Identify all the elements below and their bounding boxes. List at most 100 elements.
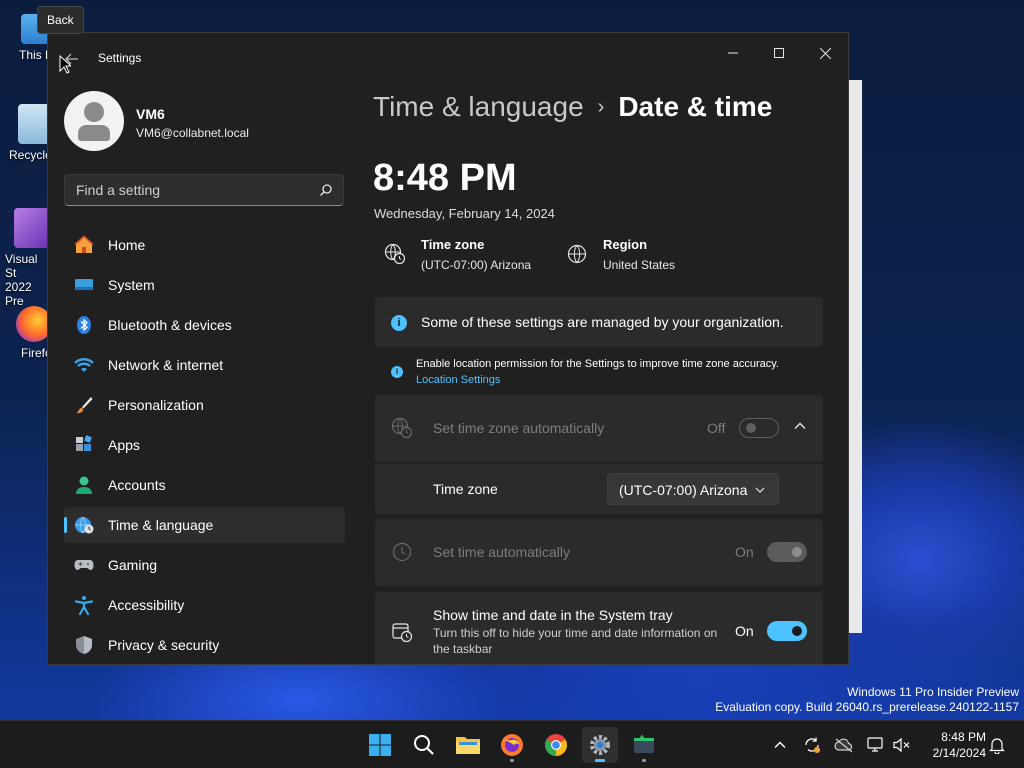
region-title: Region	[603, 237, 648, 252]
managed-notice-text: Some of these settings are managed by yo…	[421, 314, 784, 330]
sidebar-item-gaming[interactable]: Gaming	[64, 547, 345, 583]
show-time-in-tray-description: Turn this off to hide your time and date…	[433, 626, 718, 656]
system-icon	[75, 279, 93, 290]
search-input[interactable]	[65, 175, 343, 205]
sidebar-nav: Home System Bluetooth & devices Network …	[64, 227, 345, 664]
window-title: Settings	[98, 51, 142, 65]
taskbar-firefox[interactable]	[494, 727, 530, 763]
terminal-icon	[634, 734, 654, 753]
taskbar-terminal[interactable]	[626, 727, 662, 763]
taskbar-search-button[interactable]	[406, 727, 442, 763]
show-time-in-tray-label: Show time and date in the System tray	[433, 607, 673, 623]
managed-notice: i Some of these settings are managed by …	[375, 297, 823, 347]
time-zone-value: (UTC-07:00) Arizona	[421, 258, 532, 272]
desktop-icon-label: Visual St 2022 Pre	[5, 252, 38, 308]
chrome-icon	[545, 734, 567, 756]
set-time-zone-auto-label: Set time zone automatically	[433, 420, 605, 436]
taskbar-chrome[interactable]	[538, 727, 574, 763]
profile-email: VM6@collabnet.local	[136, 126, 249, 140]
taskbar-settings[interactable]	[582, 727, 618, 763]
shield-icon	[76, 636, 92, 654]
show-hidden-icons-button[interactable]	[770, 735, 790, 755]
watermark-line-2: Evaluation copy. Build 26040.rs_prerelea…	[715, 700, 1019, 714]
location-notice: i Enable location permission for the Set…	[391, 356, 831, 390]
show-time-in-tray-state: On	[735, 623, 754, 639]
maximize-button[interactable]	[756, 39, 802, 67]
minimize-button[interactable]	[710, 39, 756, 67]
set-time-zone-auto-row[interactable]: Set time zone automatically Off	[375, 395, 823, 462]
sidebar-item-label: Time & language	[108, 517, 214, 533]
calendar-clock-icon	[392, 623, 413, 643]
sidebar-item-label: Home	[108, 237, 146, 253]
taskbar-clock[interactable]: 8:48 PM 2/14/2024	[918, 729, 986, 761]
close-button[interactable]	[802, 39, 848, 67]
bell-icon	[989, 738, 1005, 754]
accounts-icon	[76, 476, 92, 494]
sidebar-item-bluetooth[interactable]: Bluetooth & devices	[64, 307, 345, 343]
taskbar-file-explorer[interactable]	[450, 727, 486, 763]
start-button[interactable]	[362, 727, 398, 763]
windows-watermark: Windows 11 Pro Insider Preview Evaluatio…	[715, 685, 1019, 715]
sidebar-item-label: Privacy & security	[108, 637, 220, 653]
chevron-up-icon	[774, 741, 786, 748]
taskbar-date: 2/14/2024	[932, 746, 986, 760]
accessibility-icon	[74, 596, 94, 615]
bluetooth-icon	[77, 316, 91, 334]
chevron-up-icon[interactable]	[793, 419, 807, 433]
sidebar-item-label: Accounts	[108, 477, 166, 493]
info-icon: i	[391, 315, 407, 331]
back-tooltip: Back	[37, 6, 84, 34]
tray-volume[interactable]	[892, 735, 912, 755]
globe-icon	[567, 244, 587, 264]
time-zone-row: Time zone (UTC-07:00) Arizona	[375, 464, 823, 514]
sidebar-item-label: Network & internet	[108, 357, 224, 373]
title-bar[interactable]: Settings	[48, 33, 848, 81]
profile-name: VM6	[136, 106, 165, 122]
visual-studio-icon	[14, 208, 50, 248]
avatar	[64, 91, 124, 151]
show-time-in-tray-toggle[interactable]	[767, 621, 807, 641]
sidebar-item-network[interactable]: Network & internet	[64, 347, 345, 383]
search-box[interactable]	[64, 174, 344, 206]
sidebar-item-apps[interactable]: Apps	[64, 427, 345, 463]
breadcrumb: Time & language › Date & time	[373, 91, 772, 123]
globe-clock-icon	[391, 417, 413, 439]
taskbar: 8:48 PM 2/14/2024	[0, 720, 1024, 768]
sync-icon	[805, 737, 820, 753]
maximize-icon	[774, 48, 784, 58]
globe-clock-icon	[75, 516, 94, 534]
sidebar-item-label: Bluetooth & devices	[108, 317, 232, 333]
sidebar-item-accounts[interactable]: Accounts	[64, 467, 345, 503]
set-time-zone-auto-toggle[interactable]	[739, 418, 779, 438]
sidebar-item-label: Gaming	[108, 557, 158, 573]
set-time-auto-toggle[interactable]	[767, 542, 807, 562]
time-zone-dropdown[interactable]: (UTC-07:00) Arizona	[607, 473, 779, 505]
time-zone-title: Time zone	[421, 237, 485, 252]
apps-icon	[76, 435, 92, 451]
location-settings-link[interactable]: Location Settings	[416, 374, 500, 386]
sidebar-item-system[interactable]: System	[64, 267, 345, 303]
tray-network[interactable]	[866, 735, 886, 755]
speaker-muted-icon	[893, 737, 910, 753]
search-icon[interactable]	[319, 183, 333, 197]
taskbar-time: 8:48 PM	[941, 730, 986, 744]
tray-onedrive[interactable]	[834, 735, 854, 755]
sidebar-item-home[interactable]: Home	[64, 227, 345, 263]
page-title: Date & time	[618, 91, 773, 122]
sidebar-item-privacy[interactable]: Privacy & security	[64, 627, 345, 663]
sidebar-item-time-language[interactable]: Time & language	[64, 507, 345, 543]
notifications-button[interactable]	[987, 735, 1007, 755]
brush-icon	[76, 397, 93, 414]
info-icon: i	[391, 366, 403, 378]
sidebar-item-personalization[interactable]: Personalization	[64, 387, 345, 423]
set-time-auto-row[interactable]: Set time automatically On	[375, 519, 823, 586]
sidebar-item-accessibility[interactable]: Accessibility	[64, 587, 345, 623]
close-icon	[819, 47, 831, 59]
breadcrumb-parent[interactable]: Time & language	[373, 91, 584, 122]
sidebar-item-label: Apps	[108, 437, 140, 453]
tray-sync[interactable]	[802, 735, 822, 755]
globe-clock-icon	[384, 243, 406, 265]
set-time-zone-auto-state: Off	[707, 420, 726, 436]
cloud-icon	[834, 738, 853, 753]
show-time-in-tray-row[interactable]: Show time and date in the System tray Tu…	[375, 592, 823, 664]
